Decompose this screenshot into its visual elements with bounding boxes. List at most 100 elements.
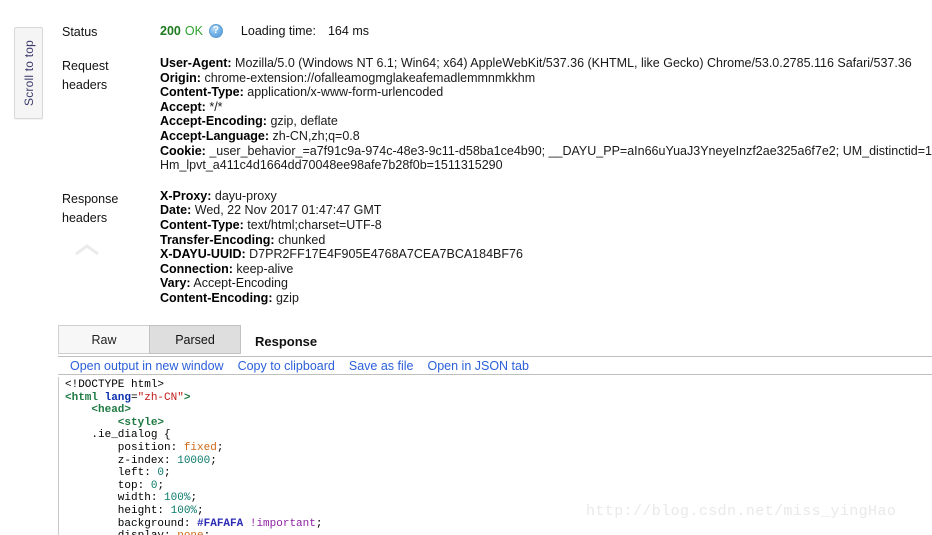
status-row: Status 200 OK Loading time: 164 ms xyxy=(62,22,932,42)
header-name: Accept-Language: xyxy=(160,128,270,143)
code-token: position: xyxy=(65,441,184,454)
header-line: Accept: */* xyxy=(160,100,932,115)
request-headers-label: Request headers xyxy=(62,59,109,92)
code-token: <head> xyxy=(65,404,132,417)
code-token: ; xyxy=(190,492,198,505)
code-token: <html xyxy=(65,391,105,404)
code-token: <!DOCTYPE html> xyxy=(65,379,165,391)
header-line: X-Proxy: dayu-proxy xyxy=(160,189,932,204)
code-token: height: xyxy=(65,504,171,517)
output-format-tabs: Raw Parsed Response xyxy=(58,325,317,354)
header-line: Cookie: _user_behavior_=a7f91c9a-974c-48… xyxy=(160,144,932,159)
code-token: ; xyxy=(164,467,171,480)
scroll-to-top-button[interactable]: Scroll to top xyxy=(14,27,43,119)
code-token: ; xyxy=(204,530,211,535)
header-name: Accept-Encoding: xyxy=(160,114,267,129)
response-headers-row: Response headers X-Proxy: dayu-proxy Date… xyxy=(62,189,932,306)
open-in-json-tab-link[interactable]: Open in JSON tab xyxy=(427,359,528,373)
code-token: 10000 xyxy=(177,454,211,467)
code-token: > xyxy=(183,391,191,404)
header-line: Accept-Encoding: gzip, deflate xyxy=(160,114,932,129)
code-token: .ie_dialog { xyxy=(65,429,171,442)
code-token: ; xyxy=(216,441,224,454)
header-line: Content-Type: application/x-www-form-url… xyxy=(160,85,932,100)
help-circle-icon[interactable] xyxy=(208,24,223,38)
header-value: Accept-Encoding xyxy=(193,276,288,291)
header-value: gzip, deflate xyxy=(270,114,338,129)
header-name: User-Agent: xyxy=(160,56,232,70)
header-value: chunked xyxy=(278,232,326,247)
header-name: X-Proxy: xyxy=(160,188,212,203)
code-line: width: 100%; xyxy=(65,492,932,505)
code-line: position: fixed; xyxy=(65,442,932,455)
header-value: application/x-www-form-urlencoded xyxy=(247,85,444,100)
code-token: fixed xyxy=(183,441,217,454)
code-token: z-index: xyxy=(65,454,178,467)
code-token: ; xyxy=(197,504,204,517)
header-name: Date: xyxy=(160,203,192,218)
code-line: .ie_dialog { xyxy=(65,429,932,442)
request-headers-list: User-Agent: Mozilla/5.0 (Windows NT 6.1;… xyxy=(160,56,932,173)
header-value: gzip xyxy=(275,290,299,305)
header-name: Transfer-Encoding: xyxy=(160,232,275,247)
header-line: Transfer-Encoding: chunked xyxy=(160,233,932,248)
code-token: #FAFAFA xyxy=(197,517,244,530)
header-name: Content-Encoding: xyxy=(160,290,273,305)
header-value: Wed, 22 Nov 2017 01:47:47 GMT xyxy=(194,203,382,218)
code-token: ; xyxy=(157,479,165,492)
header-value: _user_behavior_=a7f91c9a-974c-48e3-9c11-… xyxy=(209,143,932,158)
code-line: left: 0; xyxy=(65,467,932,480)
code-line: top: 0; xyxy=(65,480,932,493)
header-name: Origin: xyxy=(160,70,201,85)
code-token: left: xyxy=(65,467,158,480)
header-value: keep-alive xyxy=(236,261,294,276)
network-inspector-panel: Scroll to top Status 200 OK Loading time… xyxy=(0,0,932,535)
header-line: X-DAYU-UUID: D7PR2FF17E4F905E4768A7CEA7B… xyxy=(160,247,932,262)
header-line: Content-Type: text/html;charset=UTF-8 xyxy=(160,218,932,233)
code-token: 100% xyxy=(164,492,191,505)
code-token: = xyxy=(131,391,138,404)
tab-raw[interactable]: Raw xyxy=(58,325,150,354)
status-code: 200 xyxy=(160,24,181,38)
code-line: <style> xyxy=(65,417,932,430)
loading-time-label: Loading time: xyxy=(240,24,316,38)
header-value: zh-CN,zh;q=0.8 xyxy=(272,128,360,143)
status-code-text: OK xyxy=(184,24,203,38)
tab-parsed[interactable]: Parsed xyxy=(149,325,241,354)
header-value: D7PR2FF17E4F905E4768A7CEA7BCA184BF76 xyxy=(249,247,523,262)
header-line: Content-Encoding: gzip xyxy=(160,291,932,306)
chevron-up-icon[interactable] xyxy=(72,242,102,258)
request-info-table: Status 200 OK Loading time: 164 ms Reque… xyxy=(62,22,932,306)
code-token: none xyxy=(177,530,203,535)
code-token: lang xyxy=(104,391,132,404)
save-as-file-link[interactable]: Save as file xyxy=(349,359,414,373)
open-output-in-new-window-link[interactable]: Open output in new window xyxy=(70,359,224,373)
header-name: Accept: xyxy=(160,99,206,114)
response-actions-bar: Open output in new window Copy to clipbo… xyxy=(58,356,932,375)
header-line: Hm_lpvt_a411c4d1664dd70048ee98afe7b28f0b… xyxy=(160,158,932,173)
code-line: display: none; xyxy=(65,530,932,535)
code-line: background: #FAFAFA !important; xyxy=(65,518,932,531)
header-value: Hm_lpvt_a411c4d1664dd70048ee98afe7b28f0b… xyxy=(160,158,503,173)
copy-to-clipboard-link[interactable]: Copy to clipboard xyxy=(238,359,335,373)
header-name: Vary: xyxy=(160,276,191,291)
header-value: text/html;charset=UTF-8 xyxy=(247,217,382,232)
header-line: User-Agent: Mozilla/5.0 (Windows NT 6.1;… xyxy=(160,56,932,71)
code-token: background: xyxy=(65,517,198,530)
loading-time-value: 164 ms xyxy=(327,24,369,38)
header-value: Mozilla/5.0 (Windows NT 6.1; Win64; x64)… xyxy=(235,56,912,70)
response-source-code: <!DOCTYPE html> <html lang="zh-CN"> <head… xyxy=(59,377,932,535)
status-value: 200 OK Loading time: 164 ms xyxy=(160,22,932,40)
header-name: Cookie: xyxy=(160,143,206,158)
header-line: Accept-Language: zh-CN,zh;q=0.8 xyxy=(160,129,932,144)
header-name: Connection: xyxy=(160,261,233,276)
code-token: "zh-CN" xyxy=(137,391,184,404)
header-value: chrome-extension://ofalleamogmglakeafema… xyxy=(204,70,536,85)
code-token: <style> xyxy=(65,416,165,429)
response-section-title: Response xyxy=(255,334,318,349)
code-token: ; xyxy=(210,454,217,467)
response-body-viewer[interactable]: <!DOCTYPE html> <html lang="zh-CN"> <head… xyxy=(58,377,932,535)
code-token: top: xyxy=(65,479,151,492)
code-line: <!DOCTYPE html> xyxy=(65,379,932,392)
response-headers-list: X-Proxy: dayu-proxy Date: Wed, 22 Nov 201… xyxy=(160,189,932,306)
